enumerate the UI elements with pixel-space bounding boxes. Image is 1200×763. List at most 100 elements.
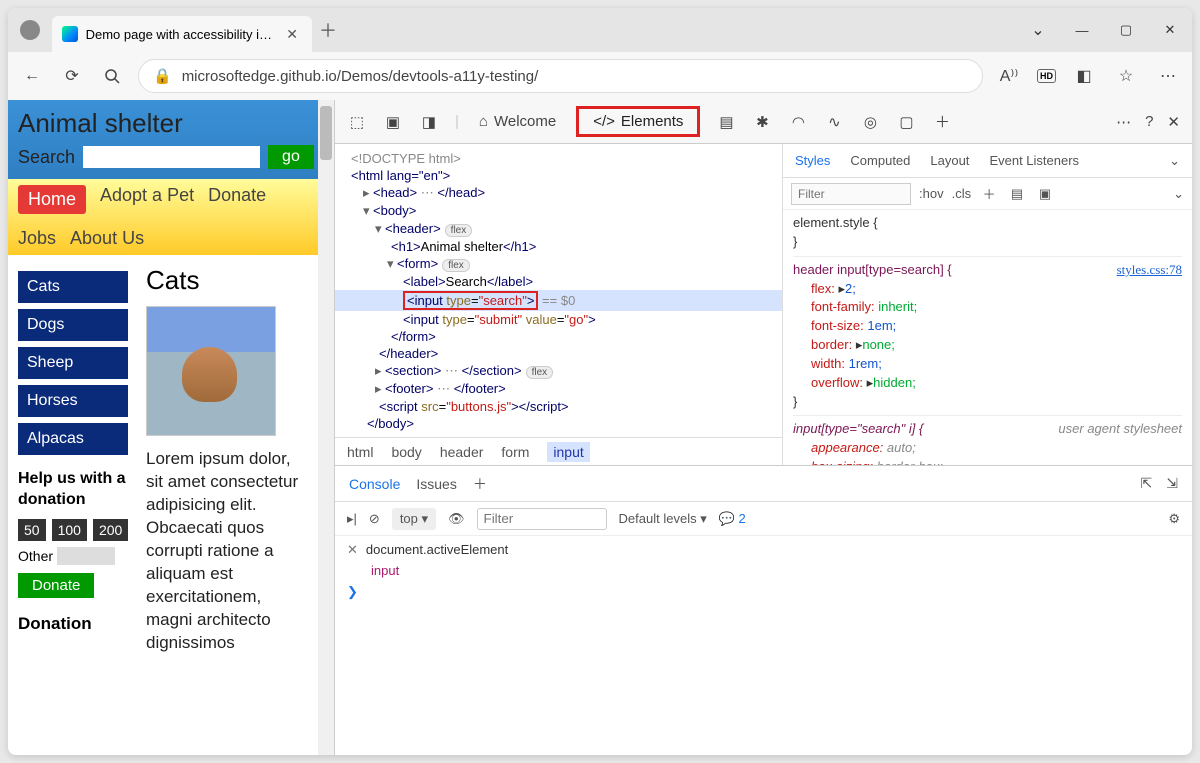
cls-toggle[interactable]: .cls [952,186,972,201]
search-button[interactable] [98,62,126,90]
log-levels-selector[interactable]: Default levels ▾ [619,511,707,527]
favorite-icon[interactable]: ☆ [1112,62,1140,90]
nav-jobs[interactable]: Jobs [18,228,56,249]
console-filter-input[interactable] [477,508,607,530]
article-title: Cats [146,265,308,296]
console-settings-icon[interactable]: ⚙ [1168,511,1180,527]
close-tab-icon[interactable]: ✕ [282,26,302,43]
profile-button[interactable] [8,20,52,40]
bug-icon[interactable]: ✱ [752,113,772,131]
animal-sheep[interactable]: Sheep [18,347,128,379]
device-toolbar-icon[interactable]: ▤ [1007,186,1027,202]
sidebar-toggle-icon[interactable]: ▸| [347,511,357,527]
amount-100[interactable]: 100 [52,519,87,541]
hd-badge-icon[interactable]: HD [1037,69,1056,83]
animal-alpacas[interactable]: Alpacas [18,423,128,455]
issues-badge[interactable]: 💬 2 [719,511,746,527]
help-icon[interactable]: ? [1145,113,1153,130]
new-tab-button[interactable]: ＋ [312,17,344,43]
animal-horses[interactable]: Horses [18,385,128,417]
network-icon[interactable]: ◠ [788,113,808,131]
scrollbar-thumb[interactable] [320,106,332,160]
amount-50[interactable]: 50 [18,519,46,541]
refresh-button[interactable]: ⟳ [58,62,86,90]
address-bar[interactable]: 🔒 microsoftedge.github.io/Demos/devtools… [138,59,983,93]
console-prompt[interactable]: ❯ [347,582,1180,603]
close-devtools-button[interactable]: ✕ [1167,113,1180,131]
selected-dom-node[interactable]: <input type="search"> == $0 [335,290,782,311]
clear-console-icon[interactable]: ⊘ [369,511,380,527]
nav-adopt[interactable]: Adopt a Pet [100,185,194,214]
donate-button[interactable]: Donate [18,573,94,598]
tab-console[interactable]: Console [349,476,400,492]
tab-welcome[interactable]: ⌂Welcome [475,100,560,144]
new-rule-icon[interactable]: ＋ [979,184,999,203]
tab-issues[interactable]: Issues [416,476,456,492]
tab-title: Demo page with accessibility issu [86,27,275,42]
drawer-expand-icon[interactable]: ⇱ [1141,475,1153,492]
console-drawer: Console Issues ＋ ⇱ ⇲ ▸| ⊘ top ▾ 👁 Defaul… [335,465,1192,755]
styles-chevron-icon[interactable]: ⌄ [1173,186,1184,202]
dock-icon[interactable]: ◨ [419,113,439,131]
minimize-button[interactable]: ― [1060,8,1104,52]
tabs-chevron-icon[interactable]: ⌄ [1016,8,1060,52]
add-drawer-tab-icon[interactable]: ＋ [473,474,487,494]
dismiss-icon[interactable]: ✕ [347,542,358,557]
css-rules[interactable]: element.style { } header input[type=sear… [783,210,1192,465]
devtools-toolbar: ⬚ ▣ ◨ | ⌂Welcome </>Elements ▤ ✱ ◠ ∿ ◎ ▢… [335,100,1192,144]
page-scrollbar[interactable] [318,100,334,755]
tab-layout[interactable]: Layout [930,153,969,168]
amount-200[interactable]: 200 [93,519,128,541]
crumb-html[interactable]: html [347,444,373,460]
computed-icon[interactable]: ▣ [1035,186,1055,202]
more-tabs-button[interactable]: ＋ [932,111,952,132]
browser-toolbar: ← ⟳ 🔒 microsoftedge.github.io/Demos/devt… [8,52,1192,100]
menu-button[interactable]: ⋯ [1154,62,1182,90]
tab-elements[interactable]: </>Elements [576,106,700,137]
animal-dogs[interactable]: Dogs [18,309,128,341]
other-amount-input[interactable] [57,547,115,565]
crumb-input[interactable]: input [547,442,589,462]
nav-about[interactable]: About Us [70,228,144,249]
go-button[interactable]: go [268,145,314,169]
application-icon[interactable]: ▢ [896,113,916,131]
more-icon[interactable]: ⋯ [1116,113,1131,131]
inspect-icon[interactable]: ⬚ [347,113,367,131]
close-window-button[interactable]: ✕ [1148,8,1192,52]
device-icon[interactable]: ▣ [383,113,403,131]
console-output[interactable]: ✕document.activeElement input ❯ [335,536,1192,755]
source-link[interactable]: styles.css:78 [1117,261,1182,280]
live-expression-icon[interactable]: 👁 [448,511,465,527]
maximize-button[interactable]: ▢ [1104,8,1148,52]
hov-toggle[interactable]: :hov [919,186,944,201]
memory-icon[interactable]: ◎ [860,113,880,131]
tab-computed[interactable]: Computed [850,153,910,168]
animal-cats[interactable]: Cats [18,271,128,303]
performance-icon[interactable]: ∿ [824,113,844,131]
styles-more-icon[interactable]: ⌄ [1169,153,1180,169]
search-input[interactable] [83,146,260,168]
donation-section-title: Donation [18,614,128,634]
drawer-dock-icon[interactable]: ⇲ [1166,475,1178,492]
styles-filter-input[interactable] [791,183,911,205]
tab-styles[interactable]: Styles [795,153,830,168]
browser-tab[interactable]: Demo page with accessibility issu ✕ [52,16,312,52]
tab-events[interactable]: Event Listeners [989,153,1079,168]
crumb-body[interactable]: body [391,444,421,460]
nav-home[interactable]: Home [18,185,86,214]
back-button[interactable]: ← [18,62,46,90]
dom-tree[interactable]: <!DOCTYPE html> <html lang="en"> ▸<head>… [335,144,782,437]
home-icon: ⌂ [479,113,488,130]
avatar-icon [20,20,40,40]
translate-icon[interactable]: ◧ [1070,62,1098,90]
search-icon [104,68,120,84]
search-label: Search [18,147,75,168]
dom-breadcrumbs: html body header form input [335,437,782,465]
crumb-header[interactable]: header [440,444,484,460]
app-icon[interactable]: ▤ [716,113,736,131]
crumb-form[interactable]: form [501,444,529,460]
read-aloud-icon[interactable]: A⁾⁾ [995,62,1023,90]
other-label: Other [18,548,53,564]
context-selector[interactable]: top ▾ [392,508,436,530]
nav-donate[interactable]: Donate [208,185,266,214]
